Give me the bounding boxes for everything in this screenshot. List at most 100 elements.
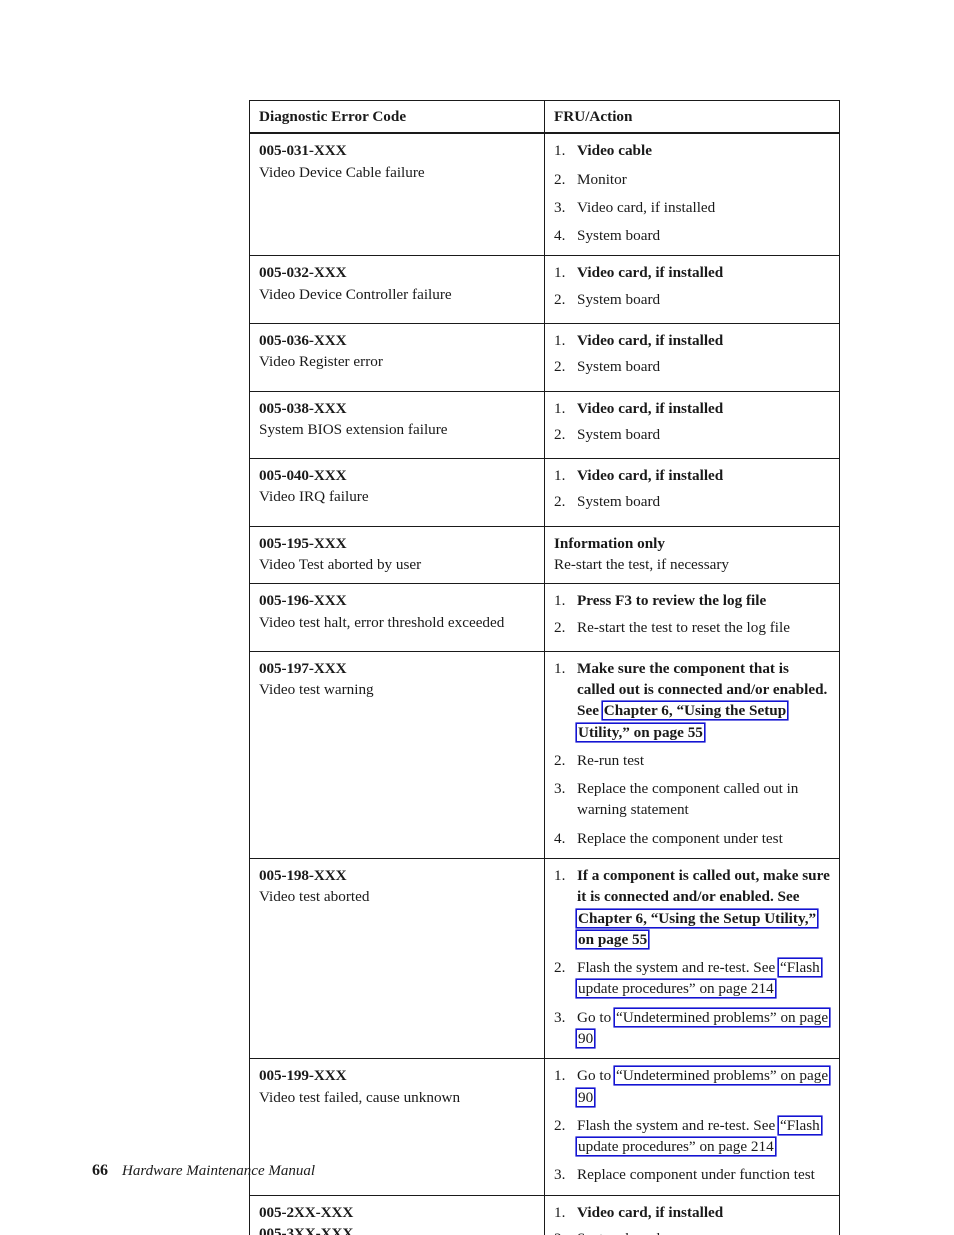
fru-action-cell: Video card, if installed System board (544, 458, 840, 527)
error-code: 005-196-XXX (259, 592, 347, 610)
action-text: System board (577, 493, 661, 511)
fru-action-cell: Video card, if installed System board (544, 390, 840, 460)
action-text: Go to (577, 1067, 615, 1085)
action-note-detail: Re-start the test, if necessary (554, 555, 730, 573)
action-text: Video card, if installed (577, 198, 716, 216)
column-header-fru-action: FRU/Action (544, 100, 840, 135)
action-text: System board (577, 358, 661, 376)
action-text: Replace the component called out in warn… (577, 780, 799, 819)
action-list: Press F3 to review the log file Re-start … (554, 590, 830, 638)
action-text: Video cable (577, 142, 652, 160)
fru-action-cell: Go to “Undetermined problems” on page 90… (544, 1058, 840, 1196)
cross-reference-link[interactable]: Chapter 6, “Using the Setup Utility,” on… (577, 910, 817, 948)
page-footer: 66 Hardware Maintenance Manual (92, 1162, 315, 1180)
error-code-cell: 005-038-XXX System BIOS extension failure (249, 390, 545, 460)
error-code: 005-2XX-XXX (259, 1203, 354, 1221)
action-list: Video cable Monitor Video card, if install… (554, 140, 830, 246)
footer-manual-title: Hardware Maintenance Manual (122, 1163, 316, 1179)
document-page: Diagnostic Error Code FRU/Action 005-031… (0, 0, 954, 1235)
action-item: Video card, if installed (554, 398, 830, 420)
table-header: Diagnostic Error Code FRU/Action (249, 100, 840, 135)
error-code: 005-038-XXX (259, 399, 347, 417)
fru-action-cell: Video card, if installed System board (544, 1194, 840, 1235)
fru-action-cell: Make sure the component that is called o… (544, 650, 840, 860)
table-row: 005-195-XXX Video Test aborted by user Inf… (249, 525, 840, 585)
action-item: Video card, if installed (554, 465, 830, 487)
table-row: 005-199-XXX Video test failed, cause unkn… (249, 1058, 840, 1196)
error-description: Video Device Cable failure (259, 163, 425, 181)
action-item: System board (554, 491, 830, 513)
action-item: System board (554, 289, 830, 311)
error-description: Video Register error (259, 353, 383, 371)
action-list: Make sure the component that is called o… (554, 658, 830, 850)
table-row: 005-031-XXX Video Device Cable failure Vid… (249, 132, 840, 257)
action-item: Re-run test (554, 750, 830, 772)
table-header-row: Diagnostic Error Code FRU/Action (249, 100, 840, 135)
fru-action-cell: If a component is called out, make sure … (544, 858, 840, 1060)
error-code-cell: 005-195-XXX Video Test aborted by user (249, 525, 545, 585)
error-code-cell: 005-197-XXX Video test warning (249, 650, 545, 860)
action-item: Video card, if installed (554, 262, 830, 284)
action-text: If a component is called out, make sure … (577, 867, 830, 906)
error-description: Video test failed, cause unknown (259, 1088, 461, 1106)
error-description: Video test aborted (259, 888, 370, 906)
action-item: Re-start the test to reset the log file (554, 617, 830, 639)
action-text: Go to (577, 1008, 615, 1026)
error-description: Video Device Controller failure (259, 285, 452, 303)
action-text: Video card, if installed (577, 399, 724, 417)
action-item: Replace the component under test (554, 828, 830, 850)
action-text: Re-run test (577, 751, 645, 769)
action-text: System board (577, 425, 661, 443)
action-item: Flash the system and re-test. See “Flash… (554, 1115, 830, 1158)
action-note: Information only Re-start the test, if ne… (554, 533, 830, 576)
action-item: Flash the system and re-test. See “Flash… (554, 957, 830, 1000)
action-item: System board (554, 1228, 830, 1235)
action-item: System board (554, 225, 830, 247)
cross-reference-link[interactable]: Chapter 6, “Using the Setup Utility,” on… (577, 702, 787, 740)
action-item: Video card, if installed (554, 1202, 830, 1224)
cross-reference-link[interactable]: “Undetermined problems” on page 90 (577, 1067, 829, 1105)
error-code-cell: 005-196-XXX Video test halt, error thresh… (249, 583, 545, 652)
action-text: Monitor (577, 170, 627, 188)
action-text: Video card, if installed (577, 1203, 724, 1221)
fru-action-cell: Video card, if installed System board (544, 255, 840, 324)
cross-reference-link[interactable]: “Undetermined problems” on page 90 (577, 1009, 829, 1047)
action-text: Flash the system and re-test. See (577, 959, 780, 977)
action-list: Go to “Undetermined problems” on page 90… (554, 1065, 830, 1186)
error-description: Video test warning (259, 681, 374, 699)
table-row: 005-038-XXX System BIOS extension failure… (249, 390, 840, 460)
fru-action-cell: Video card, if installed System board (544, 322, 840, 392)
table-row: 005-2XX-XXX005-3XX-XXXVideo subsystem er… (249, 1194, 840, 1235)
action-item: Make sure the component that is called o… (554, 658, 830, 743)
error-code: 005-032-XXX (259, 264, 347, 282)
action-text: System board (577, 1230, 660, 1235)
error-code: 005-198-XXX (259, 867, 347, 885)
error-code: 005-036-XXX (259, 331, 347, 349)
action-list: Video card, if installed System board (554, 330, 830, 378)
action-item: Replace the component called out in warn… (554, 778, 830, 821)
action-item: Go to “Undetermined problems” on page 90 (554, 1065, 830, 1108)
error-code: 005-031-XXX (259, 142, 347, 160)
action-list: Video card, if installed System board (554, 465, 830, 513)
footer-page-number: 66 (92, 1162, 108, 1179)
fru-action-cell: Information only Re-start the test, if ne… (544, 525, 840, 585)
table-row: 005-032-XXX Video Device Controller failu… (249, 255, 840, 324)
action-item: System board (554, 424, 830, 446)
error-code-cell: 005-036-XXX Video Register error (249, 322, 545, 392)
action-list: Video card, if installed System board (554, 262, 830, 310)
table-row: 005-197-XXX Video test warning Make sure t… (249, 650, 840, 860)
action-item: Replace component under function test (554, 1164, 830, 1186)
action-text: System board (577, 227, 661, 245)
action-item: Press F3 to review the log file (554, 590, 830, 612)
table-row: 005-036-XXX Video Register error Video car… (249, 322, 840, 392)
table-body: 005-031-XXX Video Device Cable failure Vid… (249, 132, 840, 1235)
error-description: Video Test aborted by user (259, 555, 422, 573)
action-text: Video card, if installed (577, 264, 724, 282)
action-text: Press F3 to review the log file (577, 592, 767, 610)
error-code-cell: 005-031-XXX Video Device Cable failure (249, 132, 545, 257)
action-text: Video card, if installed (577, 331, 724, 349)
action-text: System board (577, 290, 661, 308)
fru-action-cell: Press F3 to review the log file Re-start … (544, 583, 840, 652)
error-code: 005-199-XXX (259, 1067, 347, 1085)
diagnostic-error-code-table: Diagnostic Error Code FRU/Action 005-031… (249, 100, 840, 1235)
